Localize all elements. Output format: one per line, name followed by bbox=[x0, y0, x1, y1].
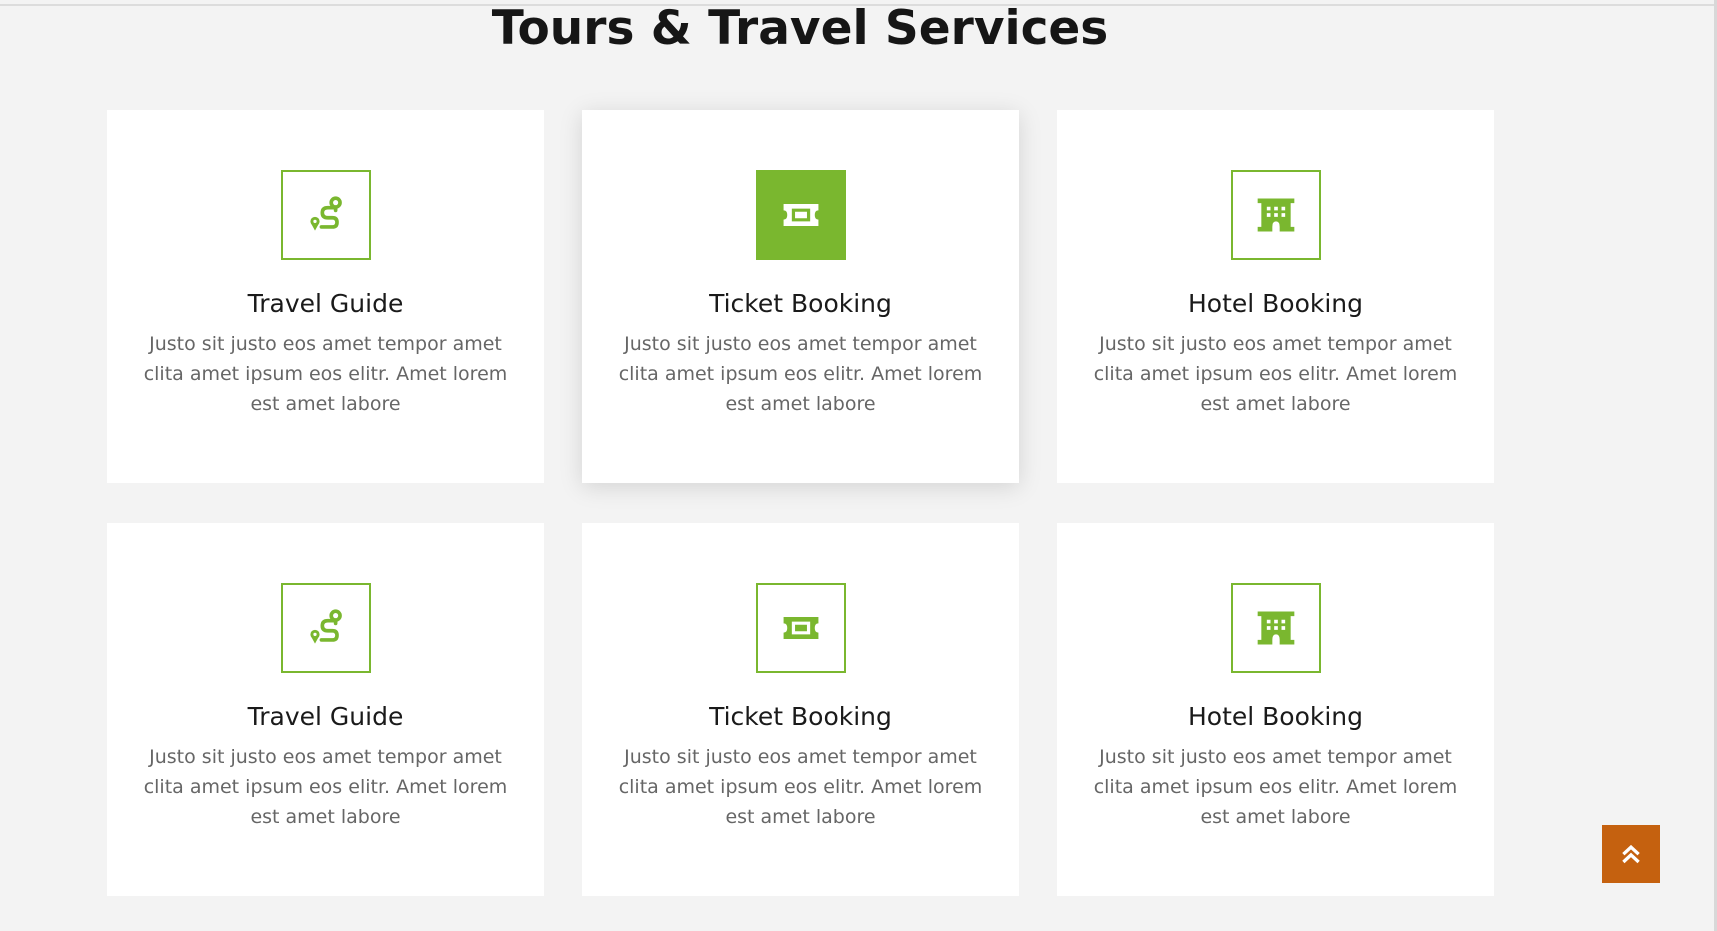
service-card-ticket-booking[interactable]: Ticket Booking Justo sit justo eos amet … bbox=[582, 523, 1019, 896]
card-title: Hotel Booking bbox=[1187, 289, 1364, 318]
card-description: Justo sit justo eos amet tempor amet cli… bbox=[143, 746, 508, 828]
card-description: Justo sit justo eos amet tempor amet cli… bbox=[1093, 333, 1458, 415]
card-title: Ticket Booking bbox=[709, 702, 892, 731]
ticket-icon bbox=[755, 170, 846, 260]
service-card-ticket-booking[interactable]: Ticket Booking Justo sit justo eos amet … bbox=[582, 110, 1019, 483]
card-description: Justo sit justo eos amet tempor amet cli… bbox=[1093, 746, 1458, 828]
service-card-hotel-booking[interactable]: Hotel Booking Justo sit justo eos amet t… bbox=[1057, 110, 1494, 483]
card-title: Hotel Booking bbox=[1187, 702, 1364, 731]
card-title: Travel Guide bbox=[247, 289, 404, 318]
hotel-icon bbox=[1230, 170, 1321, 260]
card-description: Justo sit justo eos amet tempor amet cli… bbox=[618, 746, 983, 828]
card-title: Travel Guide bbox=[247, 702, 404, 731]
card-description: Justo sit justo eos amet tempor amet cli… bbox=[618, 333, 983, 415]
service-card-travel-guide[interactable]: Travel Guide Justo sit justo eos amet te… bbox=[107, 523, 544, 896]
double-chevron-up-icon bbox=[1622, 844, 1640, 864]
back-to-top-button[interactable] bbox=[1602, 825, 1660, 883]
hotel-icon bbox=[1230, 583, 1321, 673]
card-description: Justo sit justo eos amet tempor amet cli… bbox=[143, 333, 508, 415]
service-card-hotel-booking[interactable]: Hotel Booking Justo sit justo eos amet t… bbox=[1057, 523, 1494, 896]
route-icon bbox=[280, 583, 371, 673]
route-icon bbox=[280, 170, 371, 260]
card-title: Ticket Booking bbox=[709, 289, 892, 318]
service-card-travel-guide[interactable]: Travel Guide Justo sit justo eos amet te… bbox=[107, 110, 544, 483]
section-title: Tours & Travel Services bbox=[491, 1, 1109, 56]
services-grid: Travel Guide Justo sit justo eos amet te… bbox=[107, 110, 1494, 896]
ticket-icon bbox=[755, 583, 846, 673]
